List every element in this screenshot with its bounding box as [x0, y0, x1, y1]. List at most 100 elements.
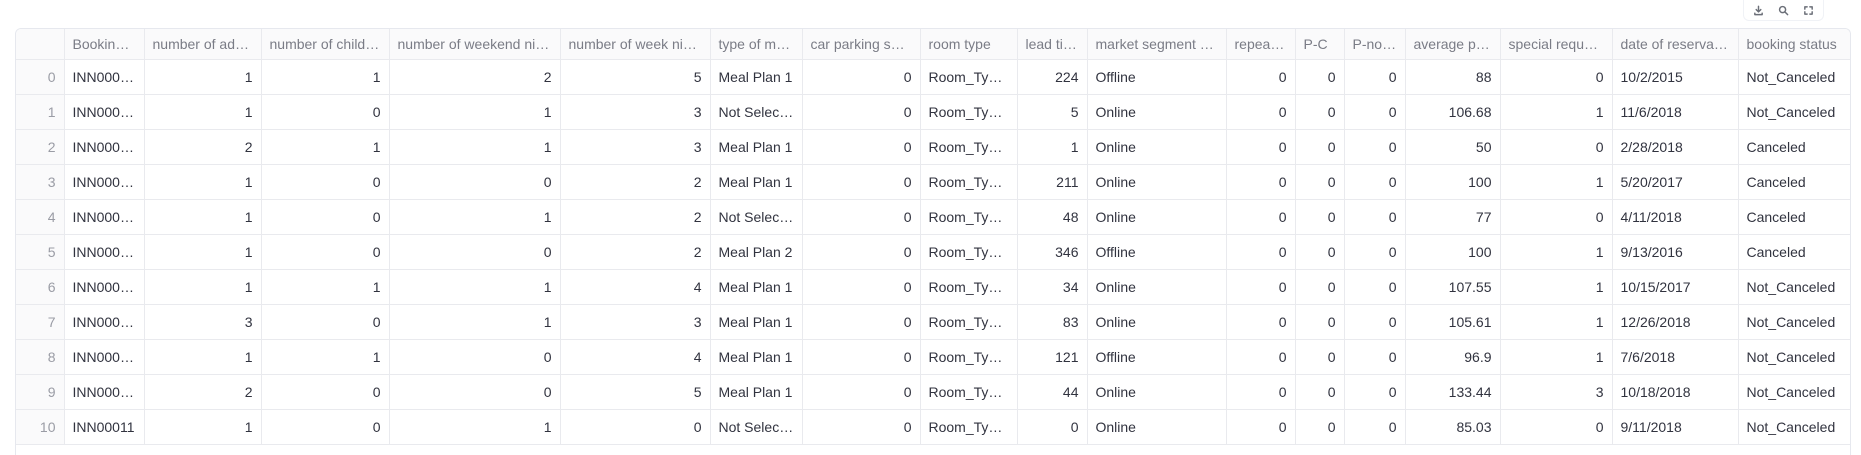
table-cell[interactable]: Not Selected [710, 94, 803, 130]
table-cell[interactable]: Not_Canceled [1738, 339, 1850, 375]
table-cell[interactable]: 0 [389, 164, 561, 200]
column-header[interactable]: date of reservation [1612, 29, 1739, 60]
table-cell[interactable]: 0 [1344, 234, 1406, 270]
table-cell[interactable]: Room_Type 4 [920, 304, 1018, 340]
table-cell[interactable]: 7/6/2018 [1612, 339, 1739, 375]
table-cell[interactable]: Online [1087, 164, 1227, 200]
table-cell[interactable]: 0 [1226, 234, 1296, 270]
table-cell[interactable]: Not_Canceled [1738, 409, 1850, 445]
table-cell[interactable]: Room_Type 1 [920, 269, 1018, 305]
column-header[interactable]: number of adults [144, 29, 262, 60]
table-cell[interactable]: 0 [261, 199, 390, 235]
table-cell[interactable]: 44 [1017, 374, 1088, 410]
table-cell[interactable]: 1 [144, 164, 262, 200]
table-cell[interactable]: Online [1087, 129, 1227, 165]
table-cell[interactable]: 346 [1017, 234, 1088, 270]
table-cell[interactable]: 211 [1017, 164, 1088, 200]
table-cell[interactable]: 1 [389, 199, 561, 235]
table-row[interactable]: 7 INN00008 3 0 1 3 Meal Plan 1 0 Room_Type 4 83 On… [16, 304, 1850, 340]
column-header[interactable]: P-not-C [1344, 29, 1406, 60]
table-row[interactable]: 5 INN00006 1 0 0 2 Meal Plan 2 0 Room_Type 1 346 O… [16, 234, 1850, 270]
table-cell[interactable]: 1 [144, 269, 262, 305]
table-cell[interactable]: 4 [560, 269, 711, 305]
table-cell[interactable]: 34 [1017, 269, 1088, 305]
table-cell[interactable]: 5/20/2017 [1612, 164, 1739, 200]
table-cell[interactable]: 1 [144, 59, 262, 95]
table-cell[interactable]: 3 [144, 304, 262, 340]
table-cell[interactable]: 1 [144, 94, 262, 130]
table-cell[interactable]: 0 [1344, 374, 1406, 410]
table-cell[interactable]: 1 [1500, 304, 1613, 340]
table-cell[interactable]: 0 [261, 409, 390, 445]
column-header[interactable]: number of weekend nights [389, 29, 561, 60]
table-cell[interactable]: 1 [144, 199, 262, 235]
table-cell[interactable]: 0 [802, 164, 921, 200]
column-header[interactable]: P-C [1295, 29, 1345, 60]
table-cell[interactable]: 0 [802, 234, 921, 270]
table-cell[interactable]: Meal Plan 1 [710, 304, 803, 340]
table-cell[interactable]: Room_Type 1 [920, 94, 1018, 130]
table-cell[interactable]: 0 [802, 409, 921, 445]
table-row[interactable]: 6 INN00007 1 1 1 4 Meal Plan 1 0 Room_Type 1 34 On… [16, 269, 1850, 305]
table-cell[interactable]: 1 [1500, 94, 1613, 130]
table-cell[interactable]: Not_Canceled [1738, 374, 1850, 410]
table-cell[interactable]: Online [1087, 409, 1227, 445]
table-cell[interactable]: 96.9 [1405, 339, 1501, 375]
table-cell[interactable]: 5 [1017, 94, 1088, 130]
table-cell[interactable]: 0 [1500, 59, 1613, 95]
table-cell[interactable]: 0 [802, 59, 921, 95]
table-row[interactable]: 10 INN00011 1 0 1 0 Not Selected 0 Room_Type 10O… [16, 409, 1850, 445]
table-cell[interactable]: Meal Plan 1 [710, 269, 803, 305]
column-header[interactable]: booking status [1738, 29, 1850, 60]
table-cell[interactable]: 0 [802, 269, 921, 305]
search-button[interactable] [1771, 0, 1796, 20]
table-cell[interactable]: 3 [560, 94, 711, 130]
table-cell[interactable]: 1 [144, 409, 262, 445]
table-cell[interactable]: Room_Type 1 [920, 409, 1018, 445]
table-cell[interactable]: 106.68 [1405, 94, 1501, 130]
table-cell[interactable]: Not_Canceled [1738, 94, 1850, 130]
column-header[interactable]: type of meal [710, 29, 803, 60]
table-cell[interactable]: 0 [1500, 129, 1613, 165]
table-cell[interactable]: Meal Plan 2 [710, 234, 803, 270]
table-cell[interactable]: INN00008 [64, 304, 145, 340]
table-cell[interactable]: 48 [1017, 199, 1088, 235]
table-cell[interactable]: Meal Plan 1 [710, 164, 803, 200]
column-header[interactable]: average price [1405, 29, 1501, 60]
table-cell[interactable]: 2/28/2018 [1612, 129, 1739, 165]
table-cell[interactable]: Room_Type 4 [920, 374, 1018, 410]
table-cell[interactable]: Canceled [1738, 199, 1850, 235]
table-cell[interactable]: 2 [144, 374, 262, 410]
table-cell[interactable]: INN00002 [64, 94, 145, 130]
table-cell[interactable]: Meal Plan 1 [710, 59, 803, 95]
table-cell[interactable]: 0 [1295, 129, 1345, 165]
table-cell[interactable]: Room_Type 1 [920, 234, 1018, 270]
table-cell[interactable]: Room_Type 1 [920, 199, 1018, 235]
table-cell[interactable]: INN00007 [64, 269, 145, 305]
table-cell[interactable]: 4 [560, 339, 711, 375]
table-cell[interactable]: 0 [261, 374, 390, 410]
table-cell[interactable]: INN00005 [64, 199, 145, 235]
table-cell[interactable]: Room_Type 1 [920, 59, 1018, 95]
table-cell[interactable]: 2 [560, 164, 711, 200]
table-cell[interactable]: 100 [1405, 164, 1501, 200]
table-cell[interactable]: 0 [1295, 409, 1345, 445]
table-cell[interactable]: 107.55 [1405, 269, 1501, 305]
column-header[interactable]: lead time [1017, 29, 1088, 60]
table-cell[interactable]: Meal Plan 1 [710, 129, 803, 165]
table-row[interactable]: 8 INN00009 1 1 0 4 Meal Plan 1 0 Room_Type 1 121 O… [16, 339, 1850, 375]
table-cell[interactable]: 121 [1017, 339, 1088, 375]
column-header[interactable]: number of children [261, 29, 390, 60]
table-cell[interactable]: 12/26/2018 [1612, 304, 1739, 340]
table-cell[interactable]: 10/2/2015 [1612, 59, 1739, 95]
table-cell[interactable]: 0 [1226, 129, 1296, 165]
table-cell[interactable]: 0 [1226, 199, 1296, 235]
table-cell[interactable]: 1 [261, 59, 390, 95]
table-cell[interactable]: 100 [1405, 234, 1501, 270]
column-header[interactable]: repeated [1226, 29, 1296, 60]
table-cell[interactable]: Online [1087, 199, 1227, 235]
table-cell[interactable]: 0 [1295, 269, 1345, 305]
table-cell[interactable]: Room_Type 1 [920, 339, 1018, 375]
table-cell[interactable]: 0 [802, 304, 921, 340]
table-cell[interactable]: 88 [1405, 59, 1501, 95]
